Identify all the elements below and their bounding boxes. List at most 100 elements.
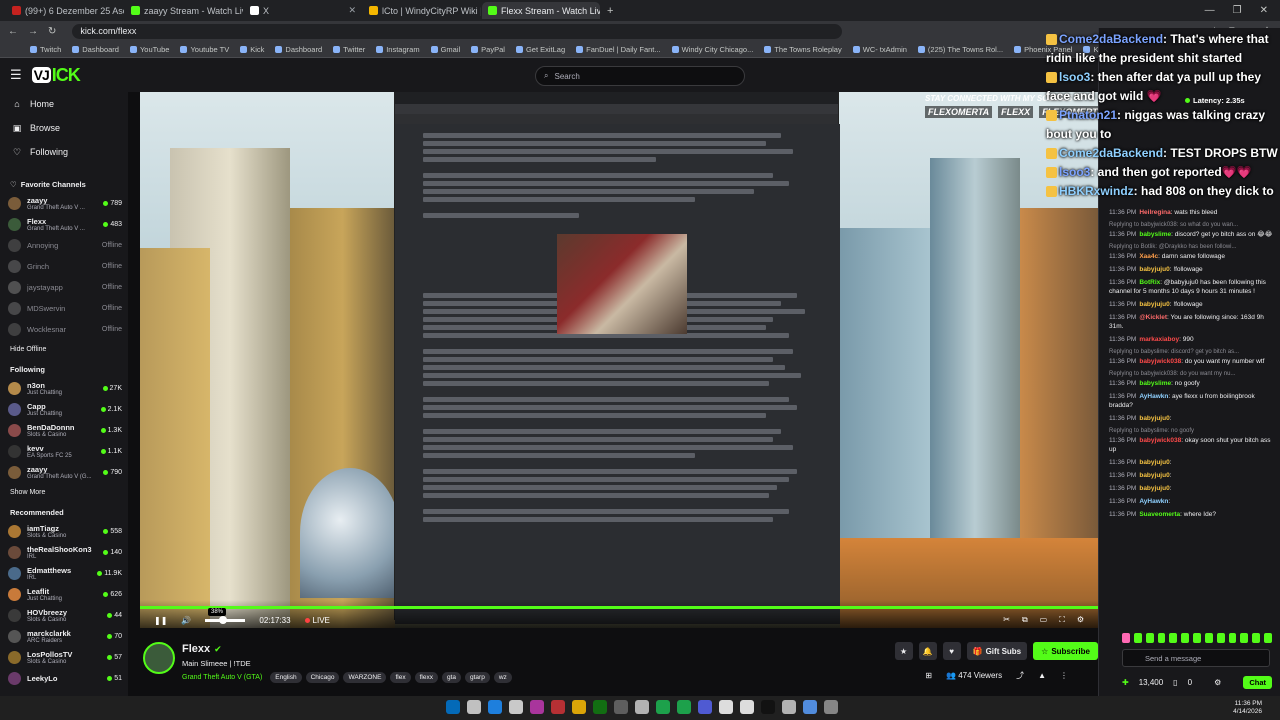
bookmark-link[interactable]: YouTube xyxy=(129,45,169,54)
gift-subs-button[interactable]: 🎁 Gift Subs xyxy=(966,642,1028,660)
taskbar-app-icon[interactable] xyxy=(635,700,649,714)
emote-icon[interactable] xyxy=(1252,633,1261,643)
taskbar-app-icon[interactable] xyxy=(782,700,796,714)
taskbar-app-icon[interactable] xyxy=(488,700,502,714)
theater-icon[interactable]: ▭ xyxy=(1040,615,1048,625)
volume-slider[interactable] xyxy=(205,615,246,624)
sidebar-channel[interactable]: marckclarkk ARC Raiders 70 xyxy=(0,626,128,647)
more-icon[interactable]: ⋮ xyxy=(1060,671,1068,680)
grid-icon[interactable]: ⊞ xyxy=(925,671,932,680)
close-window-icon[interactable]: ✕ xyxy=(1260,5,1268,16)
new-tab-button[interactable]: + xyxy=(607,5,613,17)
bookmark-link[interactable]: FanDuel | Daily Fant... xyxy=(576,45,661,54)
minimize-icon[interactable]: — xyxy=(1205,5,1215,16)
bookmark-link[interactable]: Get ExitLag xyxy=(515,45,565,54)
emote-icon[interactable] xyxy=(1157,633,1166,643)
taskbar-app-icon[interactable] xyxy=(698,700,712,714)
video-player[interactable]: STAY CONNECTED WITH MY SOCIALS FLEXOMERT… xyxy=(140,92,1098,628)
sidebar-channel[interactable]: theRealShooKon3 IRL 140 xyxy=(0,542,128,563)
bookmark-link[interactable]: PayPal xyxy=(471,45,505,54)
taskbar-app-icon[interactable] xyxy=(740,700,754,714)
sidebar-channel[interactable]: LosPollosTV Slots & Casino 57 xyxy=(0,647,128,668)
sidebar-channel[interactable]: zaayy Grand Theft Auto V (G... 790 xyxy=(0,462,128,483)
back-icon[interactable]: ← xyxy=(8,26,18,37)
sidebar-channel[interactable]: MDSwervin Offline xyxy=(0,298,128,319)
star-button[interactable]: ★ xyxy=(894,642,913,660)
sidebar-nav-home[interactable]: ⌂ Home xyxy=(0,92,128,116)
bookmark-link[interactable]: The Towns Roleplay xyxy=(764,45,842,54)
bookmark-link[interactable]: Kick xyxy=(240,45,264,54)
stream-tag[interactable]: WARZONE xyxy=(343,672,387,683)
browser-tab[interactable]: zaayy Stream - Watch Live on K✕ xyxy=(125,2,243,19)
sidebar-channel[interactable]: kevv EA Sports FC 25 1.1K xyxy=(0,441,128,462)
emote-icon[interactable] xyxy=(1216,633,1225,643)
hide-offline-link[interactable]: Hide Offline xyxy=(0,344,128,355)
settings-gear-icon[interactable]: ⚙ xyxy=(1077,615,1084,625)
taskbar-app-icon[interactable] xyxy=(614,700,628,714)
chat-input[interactable]: Send a message xyxy=(1122,649,1270,667)
sidebar-channel[interactable]: zaayy Grand Theft Auto V ... 789 xyxy=(0,193,128,214)
bookmark-link[interactable]: Twitch xyxy=(30,45,61,54)
tab-close-icon[interactable]: ✕ xyxy=(348,5,356,16)
emote-icon[interactable] xyxy=(1133,633,1142,643)
sidebar-channel[interactable]: Flexx Grand Theft Auto V ... 483 xyxy=(0,214,128,235)
emote-icon[interactable] xyxy=(1193,633,1201,643)
chat-settings-icon[interactable]: ⚙ xyxy=(1214,678,1221,687)
emote-icon[interactable] xyxy=(1240,633,1249,643)
stream-tag[interactable]: wz xyxy=(493,672,512,683)
browser-tab[interactable]: Flexx Stream - Watch Live o✕ xyxy=(482,2,600,19)
channel-avatar[interactable] xyxy=(143,642,175,674)
pip-icon[interactable]: ⧉ xyxy=(1022,615,1028,625)
fullscreen-icon[interactable]: ⛶ xyxy=(1059,615,1065,625)
reload-icon[interactable]: ↻ xyxy=(48,26,56,37)
subscribe-button[interactable]: ☆ Subscribe xyxy=(1033,642,1098,660)
taskbar-app-icon[interactable] xyxy=(446,700,460,714)
taskbar-app-icon[interactable] xyxy=(509,700,523,714)
emote-icon[interactable] xyxy=(1264,633,1272,643)
maximize-icon[interactable]: ❐ xyxy=(1233,5,1242,16)
emote-icon[interactable] xyxy=(1204,633,1213,643)
bookmark-link[interactable]: Gmail xyxy=(430,45,460,54)
sidebar-channel[interactable]: LeekyLo 51 xyxy=(0,668,128,689)
sidebar-nav-following[interactable]: ♡ Following xyxy=(0,140,128,164)
notification-button[interactable]: 🔔 xyxy=(918,642,937,660)
bookmark-link[interactable]: WC- txAdmin xyxy=(852,45,907,54)
taskbar-app-icon[interactable] xyxy=(467,700,481,714)
bookmark-link[interactable]: (225) The Towns Rol... xyxy=(917,45,1003,54)
show-more-link[interactable]: Show More xyxy=(0,487,128,498)
sidebar-nav-browse[interactable]: ▣ Browse xyxy=(0,116,128,140)
forward-icon[interactable]: → xyxy=(28,26,38,37)
taskbar-app-icon[interactable] xyxy=(572,700,586,714)
stream-tag[interactable]: Chicago xyxy=(305,672,340,683)
browser-tab[interactable]: lCto | WindyCityRP Wiki | Fand✕ xyxy=(363,2,481,19)
report-icon[interactable]: ▲ xyxy=(1038,671,1046,680)
follow-button[interactable]: ♥ xyxy=(942,642,961,660)
kick-logo[interactable]: VJ ICK xyxy=(31,64,81,86)
sidebar-channel[interactable]: HOVbreezy Slots & Casino 44 xyxy=(0,605,128,626)
moderation-icon[interactable]: ▯ xyxy=(1173,678,1177,687)
emote-icon[interactable] xyxy=(1145,633,1154,643)
taskbar-app-icon[interactable] xyxy=(677,700,691,714)
taskbar-app-icon[interactable] xyxy=(803,700,817,714)
browser-tab[interactable]: (99+) 6 Dezember 25 Ascih Tam✕ xyxy=(6,2,124,19)
bookmark-link[interactable]: Youtube TV xyxy=(180,45,229,54)
sidebar-channel[interactable]: Capp Just Chatting 2.1K xyxy=(0,399,128,420)
search-input[interactable]: ⌕ Search xyxy=(535,66,745,86)
sidebar-channel[interactable]: Annoying Offline xyxy=(0,235,128,256)
chat-send-button[interactable]: Chat xyxy=(1243,675,1272,689)
taskbar-app-icon[interactable] xyxy=(656,700,670,714)
browser-tab[interactable]: X ✕ xyxy=(244,2,362,19)
bookmark-link[interactable]: Windy City Chicago... xyxy=(671,45,753,54)
category-link[interactable]: Grand Theft Auto V (GTA) xyxy=(182,674,262,681)
taskbar-app-icon[interactable] xyxy=(761,700,775,714)
bookmark-link[interactable]: Dashboard xyxy=(72,45,119,54)
sidebar-channel[interactable]: n3on Just Chatting 27K xyxy=(0,378,128,399)
emote-icon[interactable] xyxy=(1181,633,1190,643)
sidebar-channel[interactable]: Edmatthews IRL 11.9K xyxy=(0,563,128,584)
sidebar-channel[interactable]: iamTiagz Slots & Casino 558 xyxy=(0,521,128,542)
stream-tag[interactable]: gta xyxy=(441,672,461,683)
emote-icon[interactable] xyxy=(1169,633,1178,643)
stream-tag[interactable]: English xyxy=(270,672,302,683)
taskbar-app-icon[interactable] xyxy=(530,700,544,714)
sidebar-channel[interactable]: Wocklesnar Offline xyxy=(0,319,128,340)
